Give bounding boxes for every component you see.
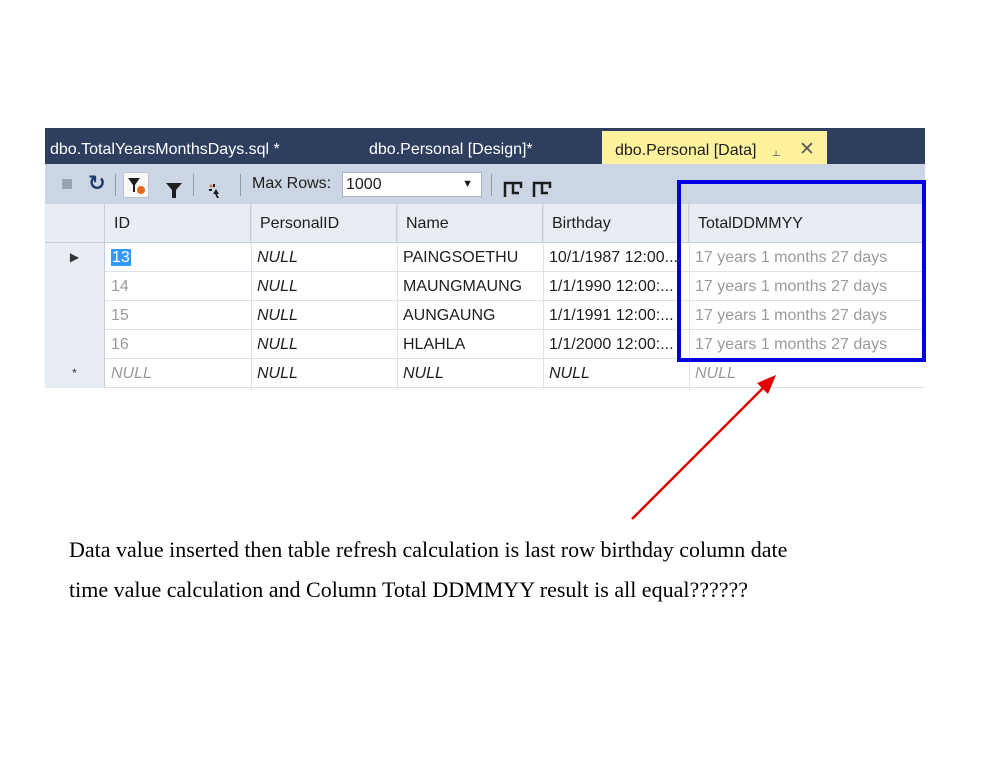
- caption-line: Data value inserted then table refresh c…: [69, 537, 788, 562]
- caption-line: time value calculation and Column Total …: [69, 577, 749, 602]
- annotation-caption: Data value inserted then table refresh c…: [69, 530, 949, 610]
- pointer-arrow: [631, 375, 776, 520]
